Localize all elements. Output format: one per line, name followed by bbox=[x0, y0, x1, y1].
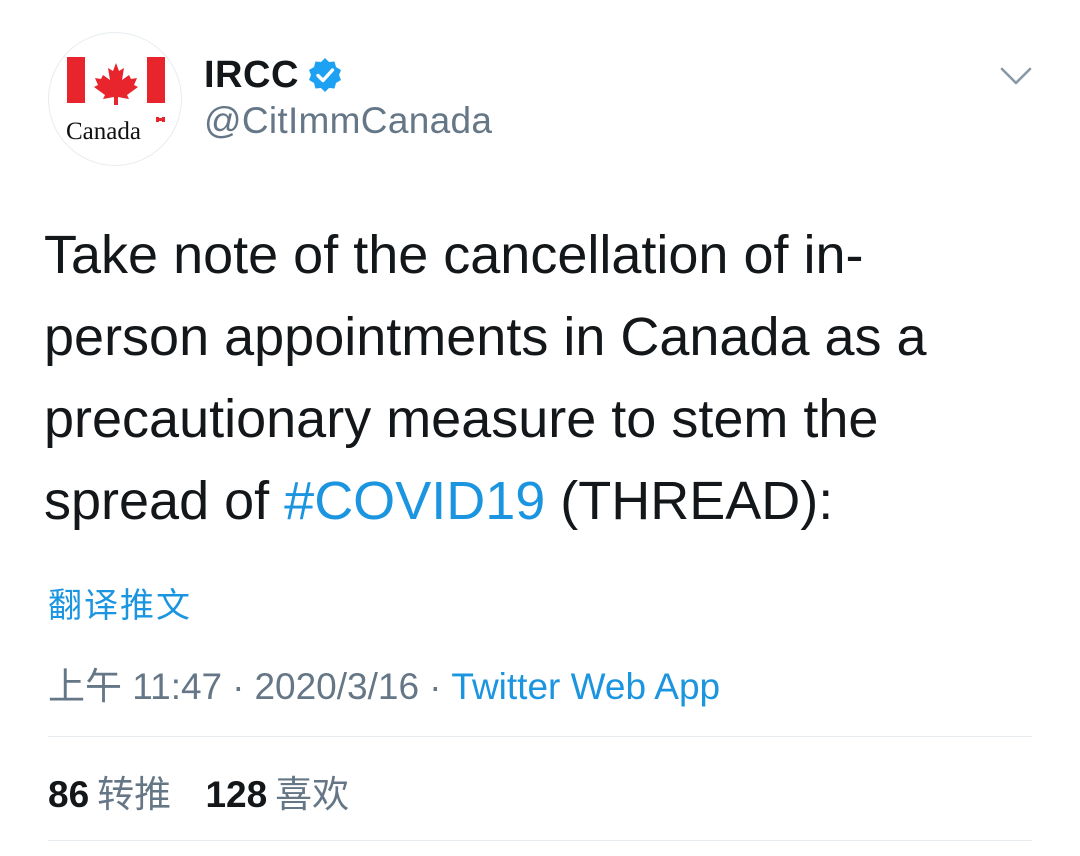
likes-count: 128 bbox=[205, 774, 268, 815]
tweet-text-line: Take note of the cancellation of in- bbox=[44, 225, 864, 285]
canada-wordmark: Canada bbox=[66, 118, 141, 145]
translate-tweet-link[interactable]: 翻译推文 bbox=[48, 578, 192, 627]
display-name[interactable]: IRCC bbox=[204, 54, 299, 97]
chevron-down-icon[interactable] bbox=[998, 62, 1034, 90]
tweet-date[interactable]: 2020/3/16 bbox=[254, 666, 419, 707]
retweets-stat[interactable]: 86 转推 bbox=[48, 774, 171, 815]
tweet-card: Canada IRCC @CitImmCanada Take note of t… bbox=[0, 0, 1080, 856]
tweet-stats: 86 转推 128 喜欢 bbox=[48, 764, 349, 818]
likes-stat[interactable]: 128 喜欢 bbox=[205, 774, 349, 815]
meta-separator: · bbox=[429, 666, 442, 707]
tweet-text-line: person appointments in Canada as a bbox=[44, 307, 927, 367]
author-handle[interactable]: @CitImmCanada bbox=[204, 100, 492, 142]
author-name-row[interactable]: IRCC bbox=[204, 52, 343, 98]
tweet-source-link[interactable]: Twitter Web App bbox=[451, 666, 720, 707]
divider bbox=[48, 736, 1032, 737]
tweet-text-line: precautionary measure to stem the bbox=[44, 389, 879, 449]
divider bbox=[48, 840, 1032, 841]
tweet-text-line: spread of #COVID19 (THREAD): bbox=[44, 460, 1044, 542]
verified-badge-icon bbox=[308, 58, 341, 92]
hashtag-link[interactable]: #COVID19 bbox=[284, 471, 545, 531]
avatar[interactable]: Canada bbox=[48, 32, 182, 166]
meta-separator: · bbox=[232, 666, 245, 707]
tweet-time[interactable]: 上午 11:47 bbox=[48, 666, 222, 707]
retweets-label: 转推 bbox=[97, 774, 172, 815]
retweets-count: 86 bbox=[48, 774, 90, 815]
tweet-text: Take note of the cancellation of in- per… bbox=[44, 214, 1044, 542]
tweet-text-segment: (THREAD): bbox=[545, 471, 834, 531]
tweet-metadata: 上午 11:47 · 2020/3/16 · Twitter Web App bbox=[48, 656, 720, 710]
canada-logo-icon: Canada bbox=[66, 57, 165, 145]
tweet-text-segment: spread of bbox=[44, 471, 285, 531]
likes-label: 喜欢 bbox=[275, 774, 350, 815]
